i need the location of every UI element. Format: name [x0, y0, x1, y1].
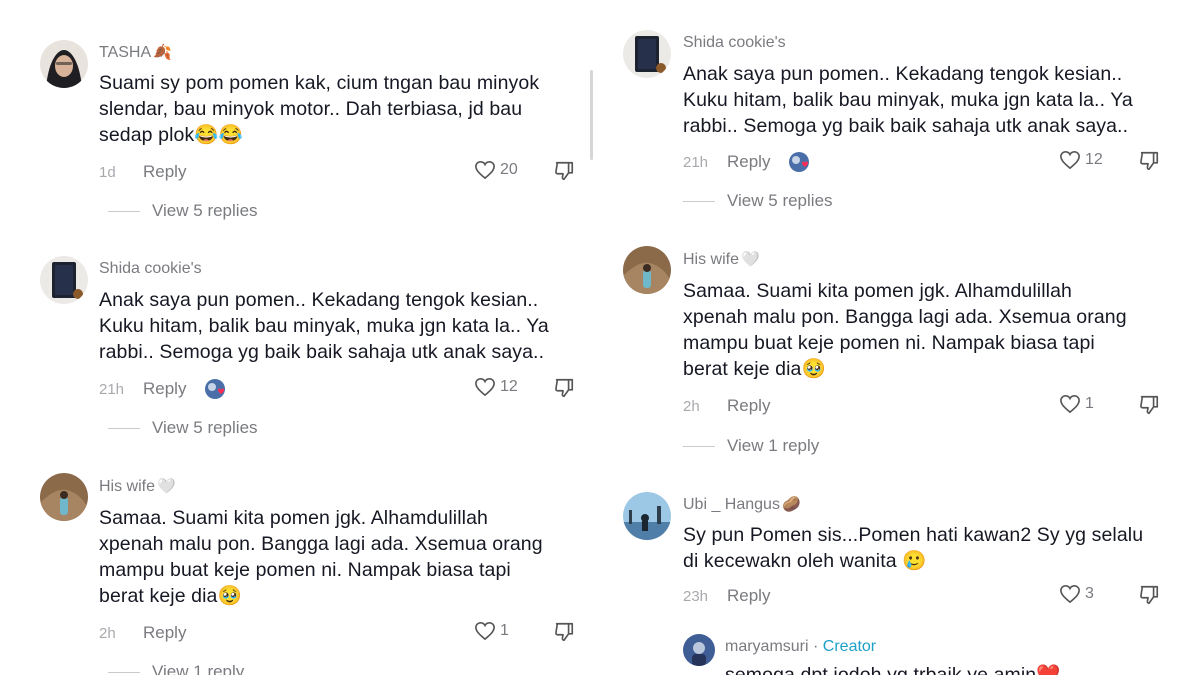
creator-liked-badge-icon	[204, 377, 228, 401]
timestamp: 21h	[683, 153, 709, 171]
heart-icon	[475, 621, 495, 641]
like-button[interactable]: 12	[474, 377, 518, 397]
like-button[interactable]: 3	[1059, 584, 1094, 604]
dislike-icon[interactable]	[553, 160, 575, 182]
reply-button[interactable]: Reply	[727, 396, 770, 416]
comment-meta: 23h Reply	[683, 584, 770, 608]
view-replies-link[interactable]: View 5 replies	[683, 191, 833, 211]
heart-icon	[1060, 150, 1080, 170]
username[interactable]: TASHA 🍂	[99, 43, 172, 62]
view-replies-label: View 5 replies	[152, 201, 258, 220]
divider-line	[108, 427, 140, 429]
comment-text: Anak saya pun pomen.. Kekadang tengok ke…	[683, 63, 1133, 137]
like-count: 3	[1085, 585, 1094, 602]
like-count: 1	[1085, 395, 1094, 412]
username[interactable]: maryamsuri · Creator	[725, 638, 876, 656]
view-replies-label: View 1 reply	[152, 662, 245, 675]
reply-button[interactable]: Reply	[727, 152, 770, 172]
potato-emoji-icon: 🥔	[781, 496, 801, 513]
comment-text: Samaa. Suami kita pomen jgk. Alhamdulill…	[99, 507, 543, 607]
view-replies-link[interactable]: View 5 replies	[108, 201, 258, 221]
like-button[interactable]: 1	[474, 621, 509, 641]
comment-meta: 2h Reply	[683, 394, 770, 418]
comment-text: Anak saya pun pomen.. Kekadang tengok ke…	[99, 289, 549, 363]
divider-line	[683, 445, 715, 447]
avatar[interactable]	[683, 634, 715, 666]
like-count: 20	[500, 161, 518, 178]
timestamp: 2h	[683, 397, 700, 415]
view-replies-label: View 1 reply	[727, 436, 820, 455]
white-heart-emoji-icon: 🤍	[741, 251, 760, 268]
reply-button[interactable]: Reply	[143, 162, 186, 182]
view-replies-label: View 5 replies	[152, 418, 258, 437]
creator-label: Creator	[822, 638, 877, 655]
scrollbar[interactable]	[590, 70, 593, 160]
right-comment-panel: Shida cookie's Anak saya pun pomen.. Kek…	[600, 0, 1200, 675]
timestamp: 23h	[683, 587, 709, 605]
dislike-icon[interactable]	[553, 377, 575, 399]
creator-separator: ·	[808, 638, 823, 655]
comment-text: Samaa. Suami kita pomen jgk. Alhamdulill…	[683, 280, 1127, 380]
reply-button[interactable]: Reply	[143, 379, 186, 399]
like-count: 1	[500, 622, 509, 639]
like-button[interactable]: 1	[1059, 394, 1094, 414]
dislike-icon[interactable]	[1138, 150, 1160, 172]
white-heart-emoji-icon: 🤍	[157, 478, 176, 495]
leaf-emoji-icon: 🍂	[153, 44, 172, 61]
creator-liked-badge-icon	[788, 150, 812, 174]
username[interactable]: Ubi _ Hangus 🥔	[683, 495, 801, 514]
avatar[interactable]	[623, 30, 671, 78]
view-replies-link[interactable]: View 1 reply	[683, 436, 819, 456]
heart-icon	[1060, 394, 1080, 414]
avatar[interactable]	[40, 256, 88, 304]
username[interactable]: Shida cookie's	[683, 34, 786, 52]
timestamp: 21h	[99, 380, 125, 398]
heart-icon	[475, 160, 495, 180]
comment-meta: 1d Reply	[99, 160, 186, 184]
username[interactable]: Shida cookie's	[99, 260, 202, 278]
comment-meta: 21h Reply	[683, 150, 812, 174]
avatar[interactable]	[40, 40, 88, 88]
divider-line	[108, 671, 140, 673]
heart-icon	[475, 377, 495, 397]
timestamp: 1d	[99, 163, 116, 181]
dislike-icon[interactable]	[1138, 394, 1160, 416]
like-count: 12	[1085, 151, 1103, 168]
comment-text: Sy pun Pomen sis...Pomen hati kawan2 Sy …	[683, 524, 1144, 572]
view-replies-link[interactable]: View 1 reply	[108, 662, 244, 675]
divider-line	[108, 210, 140, 212]
username[interactable]: His wife 🤍	[683, 250, 760, 269]
timestamp: 2h	[99, 624, 116, 642]
comment-meta: 21h Reply	[99, 377, 228, 401]
avatar[interactable]	[40, 473, 88, 521]
view-replies-label: View 5 replies	[727, 191, 833, 210]
divider-line	[683, 200, 715, 202]
like-count: 12	[500, 378, 518, 395]
heart-icon	[1060, 584, 1080, 604]
dislike-icon[interactable]	[1138, 584, 1160, 606]
reply-button[interactable]: Reply	[727, 586, 770, 606]
like-button[interactable]: 12	[1059, 150, 1103, 170]
avatar[interactable]	[623, 492, 671, 540]
comment-text: semoga dpt jodoh yg trbaik ye amin❤️	[725, 664, 1061, 675]
dislike-icon[interactable]	[553, 621, 575, 643]
comment-text: Suami sy pom pomen kak, cium tngan bau m…	[99, 72, 540, 146]
reply-button[interactable]: Reply	[143, 623, 186, 643]
view-replies-link[interactable]: View 5 replies	[108, 418, 258, 438]
avatar[interactable]	[623, 246, 671, 294]
username[interactable]: His wife 🤍	[99, 477, 176, 496]
comment-meta: 2h Reply	[99, 621, 186, 645]
left-comment-panel: TASHA 🍂 Suami sy pom pomen kak, cium tnga…	[0, 0, 600, 675]
like-button[interactable]: 20	[474, 160, 518, 180]
